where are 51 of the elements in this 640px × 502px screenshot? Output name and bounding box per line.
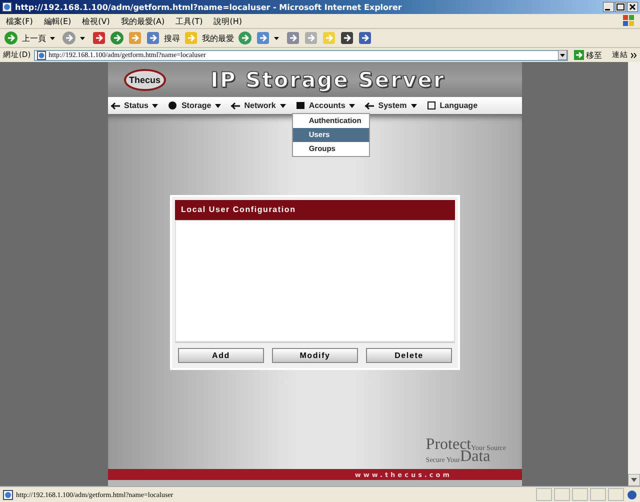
scroll-down-icon[interactable]: [628, 474, 640, 486]
menu-item[interactable]: 檢視(V): [82, 16, 110, 26]
nav-item[interactable]: Accounts: [308, 101, 346, 110]
caret-icon[interactable]: [349, 104, 356, 108]
status-pane: [608, 488, 624, 501]
caret-icon[interactable]: [274, 36, 279, 40]
globe-icon: [627, 490, 637, 500]
maximize-icon[interactable]: [615, 2, 626, 12]
menu-item[interactable]: 工具(T): [176, 16, 203, 26]
back-icon[interactable]: [4, 31, 18, 45]
window-title: http://192.168.1.100/adm/getform.html?name=localuser - Microsoft Internet Explorer: [15, 2, 403, 12]
nav-item[interactable]: Network: [244, 101, 276, 110]
caret-icon[interactable]: [280, 104, 286, 108]
nav-item[interactable]: Language: [440, 101, 478, 110]
scrollbar[interactable]: [628, 62, 640, 486]
page-icon: [3, 490, 13, 500]
toolbar-label[interactable]: 上一頁: [22, 32, 46, 44]
close-icon[interactable]: [627, 2, 638, 12]
page-icon: [36, 50, 46, 60]
caret-icon[interactable]: [50, 36, 55, 40]
menu-item[interactable]: 檔案(F): [6, 16, 33, 26]
panel-title: Local User Configuration: [175, 200, 455, 220]
caret-icon[interactable]: [410, 104, 417, 108]
logo: Thecus: [124, 68, 166, 90]
menu-item[interactable]: 編輯(E): [44, 16, 72, 26]
nav-item[interactable]: Storage: [181, 101, 212, 110]
nav-item[interactable]: Status: [124, 101, 148, 110]
nav-item[interactable]: System: [378, 101, 407, 110]
action-button[interactable]: Modify: [272, 348, 358, 363]
site-title: IP Storage Server: [210, 68, 446, 92]
minimize-icon[interactable]: [603, 2, 614, 12]
dropdown-arrow-icon[interactable]: [558, 50, 567, 60]
status-pane: [554, 488, 570, 501]
go-button[interactable]: 移至: [571, 50, 605, 60]
action-button[interactable]: Add: [178, 348, 264, 363]
slogan-text: Data: [460, 449, 490, 465]
windows-logo-icon: [622, 14, 636, 27]
toolbar-label[interactable]: 搜尋: [164, 32, 180, 44]
status-pane: [536, 488, 552, 501]
toolbar-label[interactable]: 我的最愛: [202, 32, 234, 44]
chevron-icon[interactable]: [631, 52, 637, 58]
page-icon: [2, 2, 12, 12]
menu-item[interactable]: 說明(H): [214, 16, 242, 26]
menu-item[interactable]: 我的最愛(A): [120, 16, 165, 26]
status-pane: [590, 488, 606, 501]
status-pane: [572, 488, 588, 501]
caret-icon[interactable]: [80, 36, 85, 40]
arrow-icon[interactable]: [574, 50, 584, 60]
caret-icon[interactable]: [215, 104, 222, 108]
caret-icon[interactable]: [152, 104, 158, 108]
action-button[interactable]: Delete: [366, 348, 452, 363]
